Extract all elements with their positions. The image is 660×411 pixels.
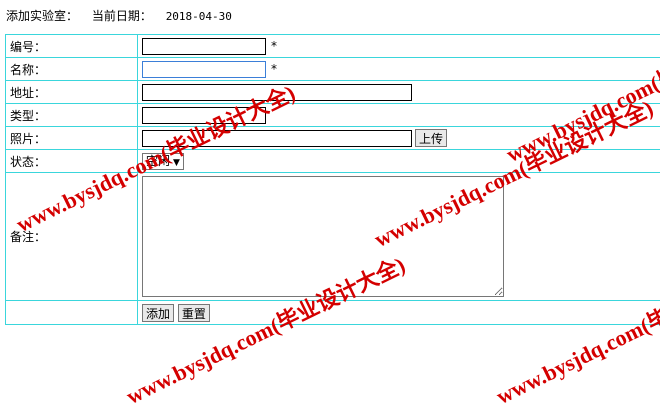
address-cell xyxy=(138,81,660,104)
form-row-status: 状态： 空闲▼ xyxy=(6,150,660,173)
add-lab-form: 编号： * 名称： * 地址： 类型： 照片： 上传 状态： 空闲▼ 备注： xyxy=(5,34,660,325)
status-select[interactable]: 空闲▼ xyxy=(142,153,184,170)
buttons-cell: 添加 重置 xyxy=(138,301,660,325)
name-cell: * xyxy=(138,58,660,81)
form-row-name: 名称： * xyxy=(6,58,660,81)
status-label: 状态： xyxy=(6,150,138,173)
add-button[interactable]: 添加 xyxy=(142,304,174,322)
reset-button[interactable]: 重置 xyxy=(178,304,210,322)
upload-button[interactable]: 上传 xyxy=(415,129,447,147)
status-selected-value: 空闲 xyxy=(146,154,170,168)
number-cell: * xyxy=(138,35,660,58)
address-input[interactable] xyxy=(142,84,412,101)
required-mark: * xyxy=(271,39,277,53)
address-label: 地址： xyxy=(6,81,138,104)
number-input[interactable] xyxy=(142,38,266,55)
page-header: 添加实验室： 当前日期： 2018-04-30 xyxy=(6,9,232,23)
notes-cell xyxy=(138,173,660,301)
form-row-address: 地址： xyxy=(6,81,660,104)
buttons-label-cell xyxy=(6,301,138,325)
number-label: 编号： xyxy=(6,35,138,58)
chevron-down-icon: ▼ xyxy=(173,158,180,168)
name-label: 名称： xyxy=(6,58,138,81)
notes-label: 备注： xyxy=(6,173,138,301)
type-cell xyxy=(138,104,660,127)
form-row-number: 编号： * xyxy=(6,35,660,58)
photo-label: 照片： xyxy=(6,127,138,150)
required-mark: * xyxy=(271,62,277,76)
name-input[interactable] xyxy=(142,61,266,78)
type-input[interactable] xyxy=(142,107,266,124)
current-date-value: 2018-04-30 xyxy=(166,10,232,23)
form-row-buttons: 添加 重置 xyxy=(6,301,660,325)
notes-textarea[interactable] xyxy=(142,176,504,297)
photo-input[interactable] xyxy=(142,130,412,147)
status-cell: 空闲▼ xyxy=(138,150,660,173)
page-title: 添加实验室： xyxy=(6,9,78,23)
form-row-type: 类型： xyxy=(6,104,660,127)
form-row-photo: 照片： 上传 xyxy=(6,127,660,150)
type-label: 类型： xyxy=(6,104,138,127)
current-date-label: 当前日期： xyxy=(92,9,152,23)
photo-cell: 上传 xyxy=(138,127,660,150)
form-row-notes: 备注： xyxy=(6,173,660,301)
